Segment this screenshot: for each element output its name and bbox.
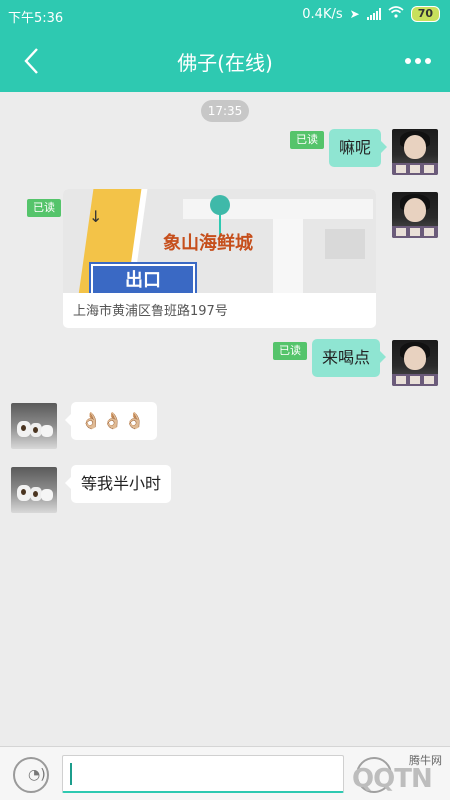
status-indicators: 0.4K/s ➤ 70 (302, 6, 440, 22)
battery-indicator: 70 (410, 6, 440, 22)
my-avatar[interactable] (392, 340, 438, 386)
contact-avatar[interactable] (11, 467, 57, 513)
read-status-tag: 已读 (27, 199, 61, 217)
my-avatar[interactable] (392, 192, 438, 238)
map-exit-sign: 出口 (89, 262, 197, 293)
read-status-tag: 已读 (290, 131, 324, 149)
map-place-label: 象山海鲜城 (163, 233, 253, 254)
message-bubble[interactable]: 等我半小时 (64, 465, 172, 503)
signal-icon (366, 8, 381, 20)
status-bar: 下午5:36 0.4K/s ➤ 70 (0, 0, 450, 30)
my-avatar[interactable] (392, 129, 438, 175)
voice-icon: ◔) (28, 767, 46, 783)
wifi-icon (388, 6, 404, 22)
location-card[interactable]: ↓ 象山海鲜城 出口 上海市黄浦区鲁班路197号 (63, 189, 376, 328)
watermark-logo: 腾牛网 QQTN (350, 748, 446, 798)
more-dots-icon (405, 58, 411, 64)
arrow-down-icon: ↓ (89, 207, 103, 226)
message-bubble[interactable]: 来喝点 (312, 339, 387, 377)
voice-button[interactable]: ◔) (13, 757, 49, 793)
watermark-brand: QQTN (352, 764, 433, 794)
status-time: 下午5:36 (8, 11, 64, 26)
message-bubble[interactable]: 嘛呢 (329, 129, 388, 167)
contact-avatar[interactable] (11, 403, 57, 449)
read-status-tag: 已读 (273, 342, 307, 360)
location-arrow-icon: ➤ (349, 7, 360, 21)
chat-timestamp: 17:35 (201, 100, 249, 122)
text-cursor (70, 763, 72, 785)
network-speed: 0.4K/s (302, 6, 343, 22)
location-address: 上海市黄浦区鲁班路197号 (73, 304, 228, 319)
more-button[interactable] (402, 52, 434, 70)
message-input[interactable] (62, 755, 344, 793)
message-bubble[interactable]: 👌🏼👌🏼👌🏼 (65, 402, 157, 440)
chat-header: 佛子(在线) (0, 30, 450, 92)
location-map: ↓ 象山海鲜城 出口 (63, 189, 376, 293)
chat-title: 佛子(在线) (177, 51, 273, 75)
